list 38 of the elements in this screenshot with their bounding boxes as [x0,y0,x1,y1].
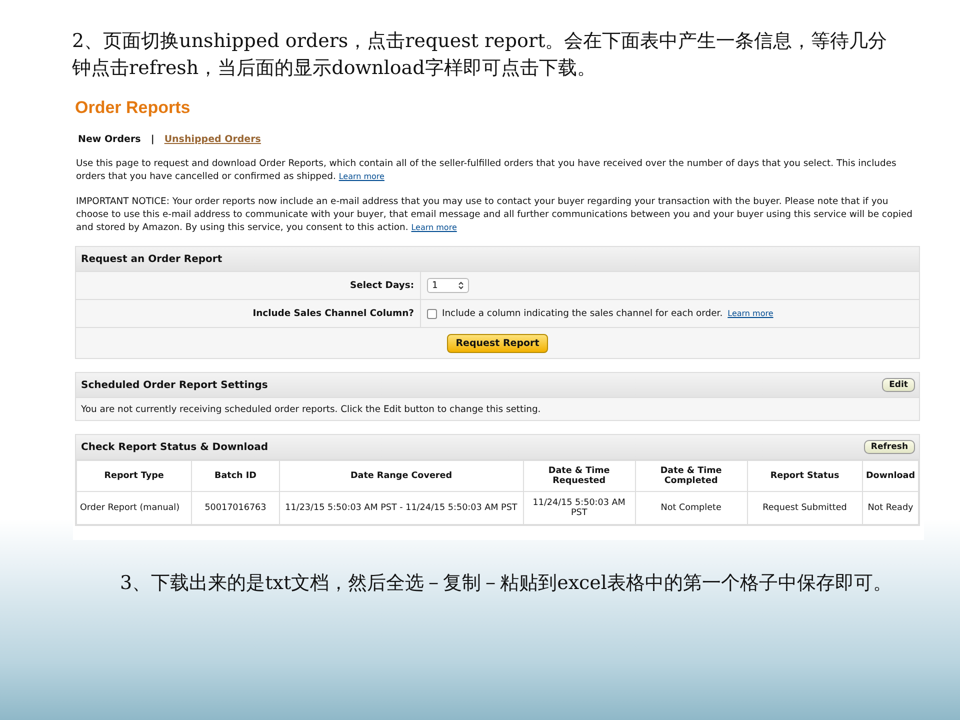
table-cell: 11/23/15 5:50:03 AM PST - 11/24/15 5:50:03 AM PST [279,492,524,524]
notice-text: IMPORTANT NOTICE: Your order reports now include an e-mail address that you may use to contact your buyer regarding your transaction with the buyer. Please note that if you choose to use this e-mail address to communicate with your buyer, that email message and all further communications between you and your buyer using this service will be copied and stored by Amazon. By using this service, you consent to this action. Learn more [76,195,914,234]
checkbox-label: Include a column indicating the sales channel for each order. [442,308,723,319]
request-report-button[interactable]: Request Report [446,334,548,352]
table-cell: Not Ready [862,492,918,524]
column-header: Report Status [747,460,862,492]
panel-title: Request an Order Report [81,254,222,264]
column-header: Report Type [76,460,192,492]
panel-title: Scheduled Order Report Settings [81,380,268,390]
table-cell: 11/24/15 5:50:03 AM PST [523,492,636,524]
stepper-icon [458,281,464,290]
tab[interactable]: New Orders [78,134,141,145]
table-cell: Order Report (manual) [76,492,192,524]
learn-more-link[interactable]: Learn more [411,223,457,232]
learn-more-link[interactable]: Learn more [338,172,384,181]
days-select[interactable]: 1 [427,278,469,293]
field-label: Include Sales Channel Column? [252,308,414,319]
learn-more-link[interactable]: Learn more [728,309,774,318]
instruction-text: 3、下载出来的是txt文档，然后全选－复制－粘贴到excel表格中的第一个格子中保存即可。 [120,571,893,596]
refresh-button[interactable]: Refresh [864,440,915,454]
panel-title: Check Report Status & Download [81,442,268,452]
intro-text: Use this page to request and download Order Reports, which contain all of the seller-fulfilled orders that you have received over the number of days that you select. This includes orders that you have cancelled or confirmed as shipped. Learn more [76,157,898,183]
table-cell: 50017016763 [192,492,280,524]
tab-separator: | [150,134,154,145]
table-cell: Request Submitted [747,492,862,524]
column-header: Date & Time Completed [635,460,748,492]
column-header: Date & Time Requested [523,460,636,492]
table-cell: Not Complete [635,492,748,524]
column-header: Batch ID [192,460,280,492]
edit-button[interactable]: Edit [882,378,915,392]
checkbox[interactable] [427,308,437,318]
field-label: Select Days: [350,280,414,291]
scheduled-text: You are not currently receiving scheduled order reports. Click the Edit button to change this setting. [81,404,541,414]
instruction-text: 2、页面切换unshipped orders，点击request report。会在下面表中产生一条信息，等待几分钟点击refresh，当后面的显示download字样即可点击下载。 [72,29,888,81]
page-title: Order Reports [75,98,192,118]
tab[interactable]: Unshipped Orders [164,134,261,145]
column-header: Download [862,460,918,492]
column-header: Date Range Covered [279,460,524,492]
